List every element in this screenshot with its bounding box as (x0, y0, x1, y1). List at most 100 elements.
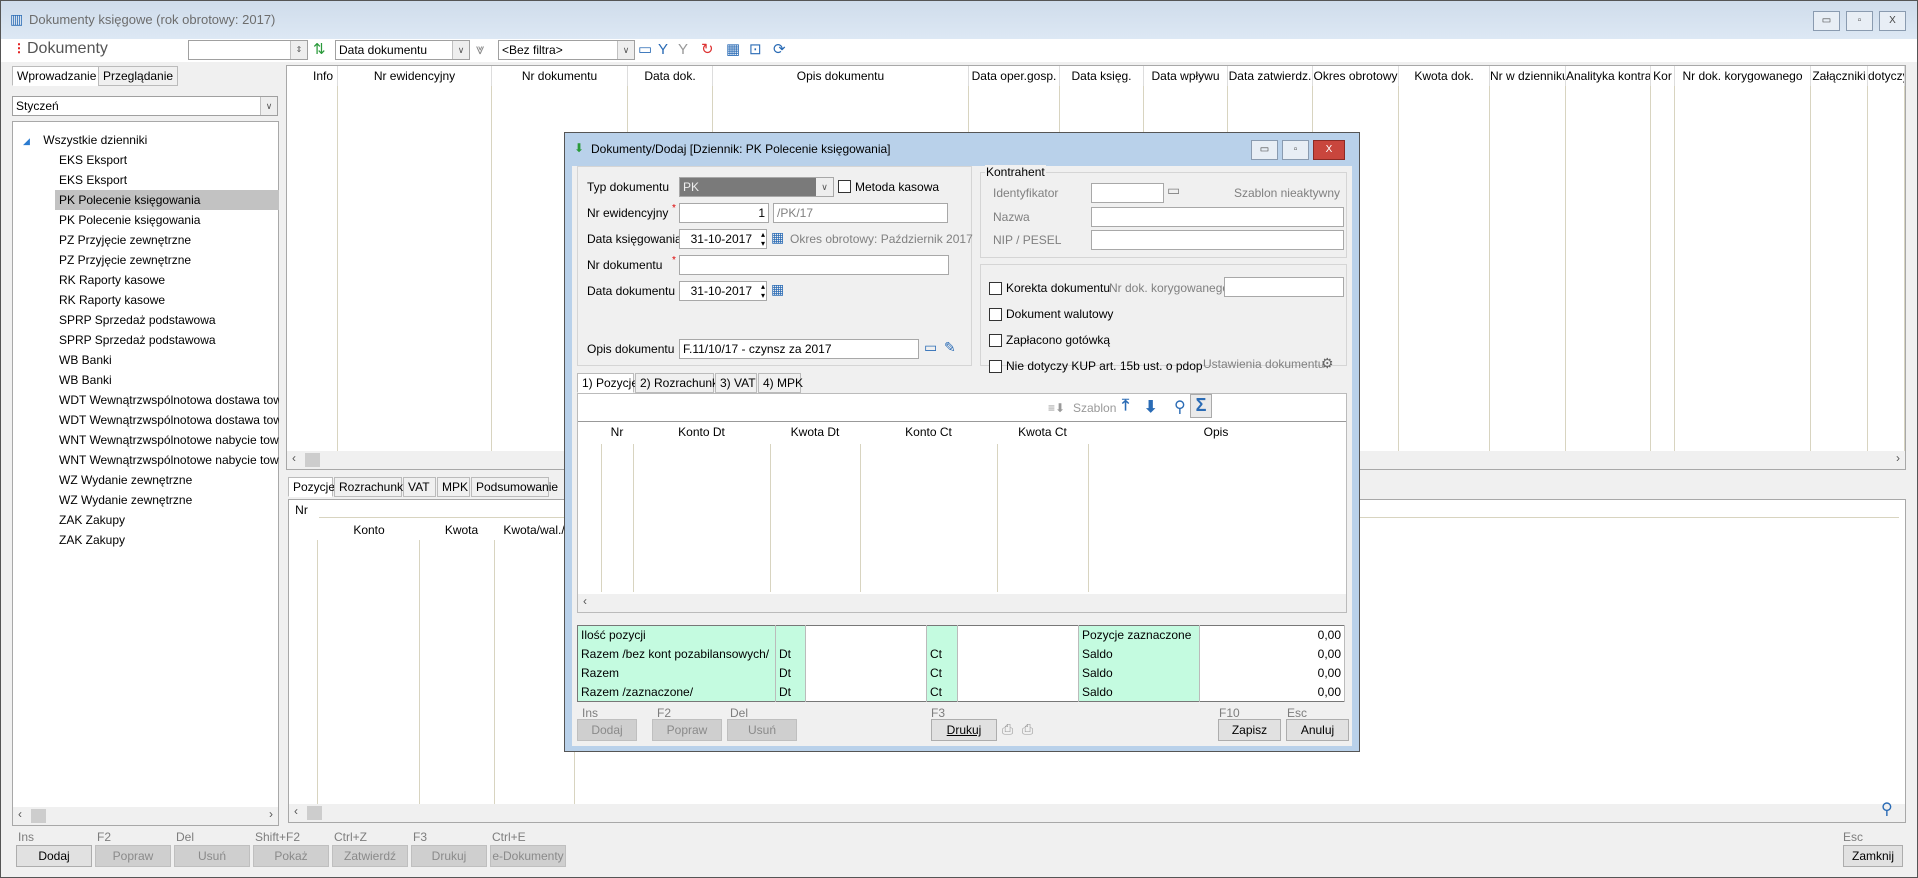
filter-select[interactable]: <Bez filtra> ∨ (498, 40, 635, 60)
grid-column-header[interactable]: Kor (1651, 66, 1675, 86)
filter-clear-icon[interactable]: ⩔ (476, 40, 484, 60)
dialog-grid-column-header[interactable]: Kwota Ct (997, 422, 1088, 442)
walutowy-checkbox[interactable] (989, 308, 1002, 321)
data-dok-input[interactable]: 31-10-2017 ▴ ▾ (679, 281, 767, 301)
dialog-dodaj-button[interactable]: Dodaj (577, 719, 637, 741)
grid-column-header[interactable]: Załączniki (1811, 66, 1868, 86)
detail-tab[interactable]: Pozycje (288, 477, 335, 497)
typ-select[interactable]: PK ∨ (679, 177, 834, 197)
dialog-grid-scrollbar[interactable]: ‹ (578, 594, 1346, 612)
settings-gear-icon[interactable]: ⚙ (1321, 355, 1334, 372)
dialog-maximize-button[interactable]: ▫ (1282, 140, 1309, 160)
dialog-tab[interactable]: 4) MPK (758, 373, 803, 393)
dialog-popraw-button[interactable]: Popraw (652, 719, 722, 741)
tree-item[interactable]: SPRP Sprzedaż podstawowa (55, 330, 279, 350)
close-button[interactable]: Zamknij (1843, 845, 1903, 867)
refresh-icon[interactable]: ↻ (701, 40, 714, 60)
nr-ewid-input[interactable]: 1 (679, 203, 769, 223)
dialog-minimize-button[interactable]: ▭ (1251, 140, 1278, 160)
grid-column-header[interactable]: dotyczy (1868, 66, 1905, 86)
tree-root[interactable]: ◢ Wszystkie dzienniki (23, 130, 289, 150)
filter-off-icon[interactable]: Y (678, 40, 688, 60)
tree-item[interactable]: RK Raporty kasowe (55, 270, 279, 290)
tree-item[interactable]: WDT Wewnątrzwspólnotowa dostawa towarów (55, 410, 279, 430)
tree-item[interactable]: PZ Przyjęcie zewnętrzne (55, 250, 279, 270)
grid-column-header[interactable]: Data zatwierdz. (1228, 66, 1313, 86)
dialog-tab[interactable]: 3) VAT (715, 373, 757, 393)
tree-item[interactable]: WNT Wewnątrzwspólnotowe nabycie towarów (55, 430, 279, 450)
kup-checkbox[interactable] (989, 360, 1002, 373)
dialog-tab[interactable]: 2) Rozrachunki (635, 373, 721, 393)
tree-item[interactable]: PK Polecenie księgowania (55, 210, 279, 230)
calendar-icon[interactable]: ▦ (771, 281, 784, 298)
detail-tab[interactable]: MPK (437, 477, 470, 497)
bottom-button-dodaj[interactable]: Dodaj (16, 845, 92, 867)
bottom-button-pokaż[interactable]: Pokaż (253, 845, 329, 867)
search-icon[interactable]: ⚲ (1174, 397, 1186, 417)
identyfikator-input[interactable] (1091, 183, 1164, 203)
reload-icon[interactable]: ⟳ (773, 40, 786, 60)
print-kp-icon[interactable]: ⎙ (1002, 721, 1013, 738)
tree-item[interactable]: PZ Przyjęcie zewnętrzne (55, 230, 279, 250)
grid-column-header[interactable]: Kwota dok. (1399, 66, 1490, 86)
tree-horizontal-scrollbar[interactable]: ‹ › (13, 807, 278, 825)
detail-tab[interactable]: VAT (403, 477, 436, 497)
dialog-grid-column-header[interactable]: Konto Dt (633, 422, 770, 442)
dialog-grid-column-header[interactable]: Opis (1088, 422, 1344, 442)
tab-wprowadzanie[interactable]: Wprowadzanie (12, 66, 102, 86)
tree-item[interactable]: RK Raporty kasowe (55, 290, 279, 310)
minimize-button[interactable]: ▭ (1813, 11, 1840, 31)
bottom-button-popraw[interactable]: Popraw (95, 845, 171, 867)
dialog-grid-column-header[interactable]: Nr (601, 422, 633, 442)
dialog-tab[interactable]: 1) Pozycje (577, 373, 638, 393)
grid-column-header[interactable]: Data oper.gosp. (969, 66, 1060, 86)
szablon-button[interactable]: Szablon (1073, 401, 1116, 415)
szablon-icon[interactable]: ≡⬇ (1048, 401, 1065, 415)
calendar-icon[interactable]: ▦ (771, 229, 784, 246)
filter-icon[interactable]: Y (658, 40, 668, 60)
tab-przegladanie[interactable]: Przeglądanie (98, 66, 179, 86)
detail-horizontal-scrollbar[interactable]: ‹ (289, 804, 1905, 822)
folder-icon[interactable]: ▭ (924, 339, 937, 356)
tree-item[interactable]: WZ Wydanie zewnętrzne (55, 470, 279, 490)
cancel-button[interactable]: Anuluj (1286, 719, 1349, 741)
tree-item[interactable]: PK Polecenie księgowania (55, 190, 279, 210)
tree-item[interactable]: SPRP Sprzedaż podstawowa (55, 310, 279, 330)
dialog-grid-column-header[interactable]: Konto Ct (860, 422, 997, 442)
grid-column-header[interactable]: Data księg. (1060, 66, 1144, 86)
sort-direction-icon[interactable]: ⇅ (313, 40, 326, 60)
grid-column-header[interactable]: Analityka kontra (1566, 66, 1651, 86)
tree-item[interactable]: WB Banki (55, 350, 279, 370)
close-window-button[interactable]: X (1879, 11, 1906, 31)
search-icon[interactable]: ⚲ (1881, 799, 1893, 819)
bottom-button-zatwierdź[interactable]: Zatwierdź (332, 845, 408, 867)
grid-view-icon[interactable]: ▦ (726, 40, 740, 60)
tree-item[interactable]: EKS Eksport (55, 170, 279, 190)
grid-column-header[interactable]: Data dok. (628, 66, 713, 86)
grid-column-header[interactable]: Opis dokumentu (713, 66, 969, 86)
grid-column-header[interactable]: Nr dok. korygowanego (1675, 66, 1811, 86)
gotowka-checkbox[interactable] (989, 334, 1002, 347)
bottom-button-e-dokumenty[interactable]: e-Dokumenty (490, 845, 566, 867)
ustawienia-label[interactable]: Ustawienia dokumentu (1203, 357, 1324, 371)
dialog-grid-column-header[interactable]: Kwota Dt (770, 422, 860, 442)
dialog-usun-button[interactable]: Usuń (727, 719, 797, 741)
tree-item[interactable]: ZAK Zakupy (55, 530, 279, 550)
edit-icon[interactable]: ✎ (944, 339, 956, 356)
maximize-button[interactable]: ▫ (1846, 11, 1873, 31)
print-kw-icon[interactable]: ⎙ (1022, 721, 1033, 738)
bottom-button-drukuj[interactable]: Drukuj (411, 845, 487, 867)
tree-item[interactable]: WZ Wydanie zewnętrzne (55, 490, 279, 510)
grid-column-header[interactable]: Nr ewidencyjny (338, 66, 492, 86)
nazwa-input[interactable] (1091, 207, 1344, 227)
move-down-icon[interactable]: ⬇ (1144, 397, 1157, 417)
export-icon[interactable]: ⊡ (749, 40, 762, 60)
grid-column-header[interactable]: Data wpływu (1144, 66, 1228, 86)
folder-icon[interactable]: ▭ (638, 40, 652, 60)
grid-column-header[interactable]: Info (309, 66, 338, 86)
nr-dok-input[interactable] (679, 255, 949, 275)
search-input[interactable]: ⇕ (188, 40, 308, 60)
save-button[interactable]: Zapisz (1218, 719, 1281, 741)
move-top-icon[interactable]: ⤒ (1122, 397, 1129, 415)
korekta-checkbox[interactable] (989, 282, 1002, 295)
